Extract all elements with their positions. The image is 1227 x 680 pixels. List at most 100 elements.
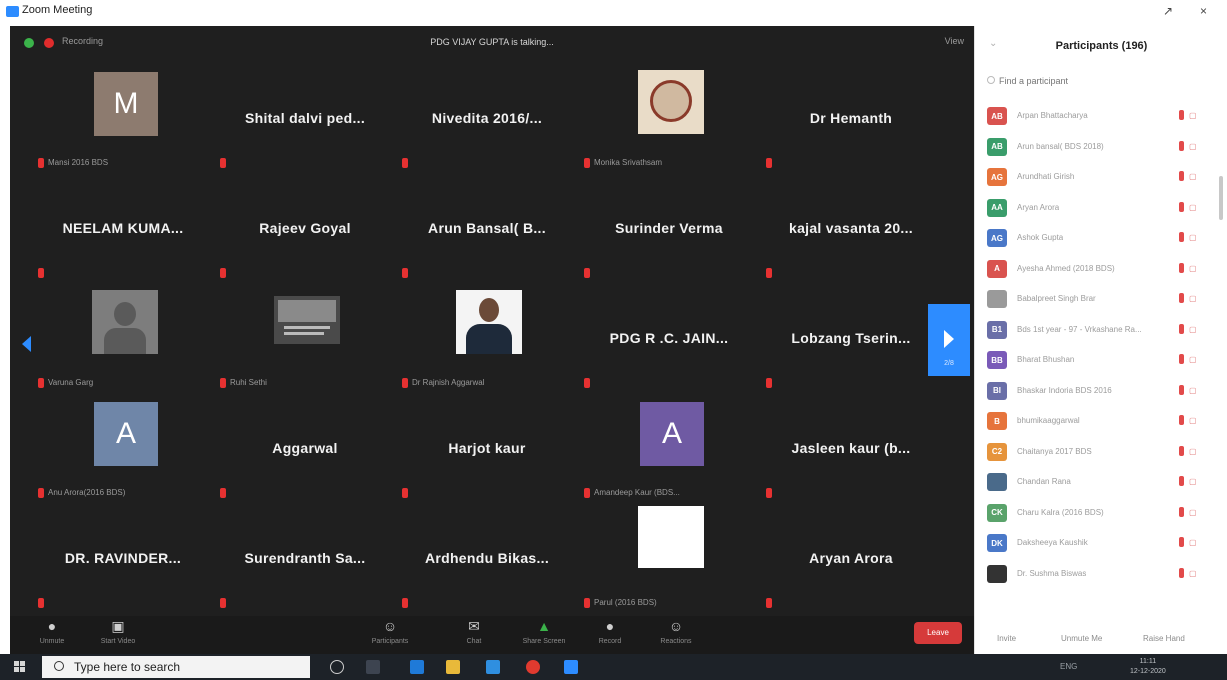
video-tile[interactable]: PDG R .C. JAIN... <box>578 286 760 396</box>
unmute-me-button[interactable]: Unmute Me <box>1061 630 1102 646</box>
video-tile[interactable]: M Mansi 2016 BDS <box>32 66 214 176</box>
video-off-icon: ▢ <box>1189 324 1197 334</box>
next-page-button[interactable]: 2/8 <box>928 304 970 376</box>
participant-row[interactable]: AB Arpan Bhattacharya ▢ <box>975 102 1220 133</box>
windows-start-icon[interactable] <box>14 661 26 673</box>
file-explorer-icon[interactable] <box>446 660 460 674</box>
taskbar-search-box[interactable]: Type here to search <box>42 656 310 678</box>
close-icon[interactable]: × <box>1200 4 1207 18</box>
participant-row-name: Charu Kalra (2016 BDS) <box>1017 507 1104 517</box>
participant-row[interactable]: AB Arun bansal( BDS 2018) ▢ <box>975 133 1220 164</box>
invite-button[interactable]: Invite <box>997 630 1016 646</box>
video-tile[interactable]: A Amandeep Kaur (BDS... <box>578 396 760 506</box>
video-tile[interactable]: Jasleen kaur (b... <box>760 396 942 506</box>
muted-mic-icon <box>584 488 590 498</box>
participant-row[interactable]: Bbhumikaaggarwal ▢ <box>975 407 1220 438</box>
video-off-icon: ▢ <box>1189 507 1197 517</box>
video-tile[interactable]: Parul (2016 BDS) <box>578 506 760 616</box>
previous-page-arrow-icon[interactable] <box>22 326 32 366</box>
chat-button[interactable]: ✉ Chat <box>444 618 504 645</box>
participant-row[interactable]: BB Bharat Bhushan ▢ <box>975 346 1220 377</box>
participant-row[interactable]: AG Arundhati Girish ▢ <box>975 163 1220 194</box>
video-tile[interactable]: Aryan Arora <box>760 506 942 616</box>
video-tile[interactable]: NEELAM KUMA... <box>32 176 214 286</box>
participant-search-input[interactable] <box>987 72 1197 90</box>
muted-mic-icon <box>1179 506 1184 517</box>
participant-row[interactable]: DK Daksheeya Kaushik ▢ <box>975 529 1220 560</box>
participants-title: Participants (196) <box>1055 40 1148 52</box>
task-view-icon[interactable] <box>366 660 380 674</box>
video-tile[interactable]: A Anu Arora(2016 BDS) <box>32 396 214 506</box>
participant-row[interactable]: AG Ashok Gupta ▢ <box>975 224 1220 255</box>
participants-icon: ☺ <box>382 618 398 634</box>
reactions-button[interactable]: ☺ Reactions <box>646 618 706 645</box>
participant-row[interactable]: A Ayesha Ahmed (2018 BDS) ▢ <box>975 255 1220 286</box>
avatar: DK <box>987 534 1007 552</box>
share-screen-button[interactable]: ▲ Share Screen <box>514 618 574 645</box>
view-button[interactable]: View <box>945 36 964 46</box>
video-off-icon: ▢ <box>1189 202 1197 212</box>
app-icon[interactable] <box>486 660 500 674</box>
video-tile[interactable]: Rajeev Goyal <box>214 176 396 286</box>
participant-photo <box>638 70 704 134</box>
cortana-icon[interactable] <box>330 660 344 674</box>
muted-mic-icon <box>402 158 408 168</box>
video-tile[interactable]: kajal vasanta 20... <box>760 176 942 286</box>
video-tile[interactable]: Aggarwal <box>214 396 396 506</box>
video-tile[interactable]: Dr Hemanth <box>760 66 942 176</box>
video-tile[interactable]: Surendranth Sa... <box>214 506 396 616</box>
video-tile[interactable]: Nivedita 2016/... <box>396 66 578 176</box>
participant-row[interactable]: Chandan Rana ▢ <box>975 468 1220 499</box>
video-tile[interactable]: Dr Rajnish Aggarwal <box>396 286 578 396</box>
video-tile[interactable]: Surinder Verma <box>578 176 760 286</box>
participant-row[interactable]: AA Aryan Arora ▢ <box>975 194 1220 225</box>
avatar: AA <box>987 198 1007 217</box>
zoom-taskbar-icon[interactable] <box>564 660 578 674</box>
language-indicator[interactable]: ENG <box>1060 662 1077 671</box>
muted-mic-icon <box>1179 232 1184 242</box>
muted-mic-icon <box>1179 110 1184 120</box>
video-tile[interactable]: Varuna Garg <box>32 286 214 396</box>
participant-name: Lobzang Tserin... <box>791 330 911 346</box>
participant-list-scrollbar[interactable] <box>1219 176 1223 220</box>
taskbar-clock[interactable]: 11:11 12-12-2020 <box>1130 657 1166 677</box>
video-tile[interactable]: DR. RAVINDER... <box>32 506 214 616</box>
muted-mic-icon <box>402 488 408 498</box>
video-tile[interactable]: Lobzang Tserin... <box>760 286 942 396</box>
opera-icon[interactable] <box>526 660 540 674</box>
edge-browser-icon[interactable] <box>410 660 424 674</box>
participant-row[interactable]: C2 Chaitanya 2017 BDS ▢ <box>975 438 1220 469</box>
participant-row[interactable]: Babalpreet Singh Brar ▢ <box>975 285 1220 316</box>
avatar-letter: A <box>94 402 158 466</box>
pop-out-icon[interactable]: ↗ <box>1163 4 1173 18</box>
participant-row[interactable]: B1 Bds 1st year - 97 - Vrkashane Ra... ▢ <box>975 316 1220 347</box>
video-tile[interactable]: Monika Srivathsam <box>578 66 760 176</box>
muted-mic-icon <box>402 378 408 388</box>
raise-hand-button[interactable]: Raise Hand <box>1143 630 1185 646</box>
participants-label: Participants <box>371 638 409 645</box>
participants-footer: Invite Unmute Me Raise Hand <box>975 622 1227 654</box>
video-tile[interactable]: Arun Bansal( B... <box>396 176 578 286</box>
video-tile[interactable]: Ruhi Sethi <box>214 286 396 396</box>
participant-row[interactable]: CK Charu Kalra (2016 BDS) ▢ <box>975 499 1220 530</box>
muted-mic-icon <box>38 158 44 168</box>
avatar: CK <box>987 503 1007 522</box>
avatar: AG <box>987 168 1007 186</box>
participant-row[interactable]: BI Bhaskar Indoria BDS 2016 ▢ <box>975 377 1220 408</box>
participant-row-name: Dr. Sushma Biswas <box>1017 568 1087 578</box>
leave-button[interactable]: Leave <box>914 622 962 644</box>
unmute-button[interactable]: ● Unmute <box>22 618 82 645</box>
record-button[interactable]: ● Record <box>580 618 640 645</box>
participant-row[interactable]: Dr. Sushma Biswas ▢ <box>975 560 1220 591</box>
video-tile[interactable]: Shital dalvi ped... <box>214 66 396 176</box>
video-tile[interactable]: Harjot kaur <box>396 396 578 506</box>
start-video-button[interactable]: ▣ Start Video <box>88 618 148 645</box>
muted-mic-icon <box>1179 140 1184 151</box>
participant-name: Aryan Arora <box>809 550 893 566</box>
video-tile[interactable]: Ardhendu Bikas... <box>396 506 578 616</box>
muted-mic-icon <box>1179 415 1184 425</box>
video-off-icon: ▢ <box>1189 111 1197 120</box>
unmute-label: Unmute <box>39 638 65 645</box>
muted-mic-icon <box>38 598 44 608</box>
participants-button[interactable]: ☺ Participants <box>360 618 420 645</box>
